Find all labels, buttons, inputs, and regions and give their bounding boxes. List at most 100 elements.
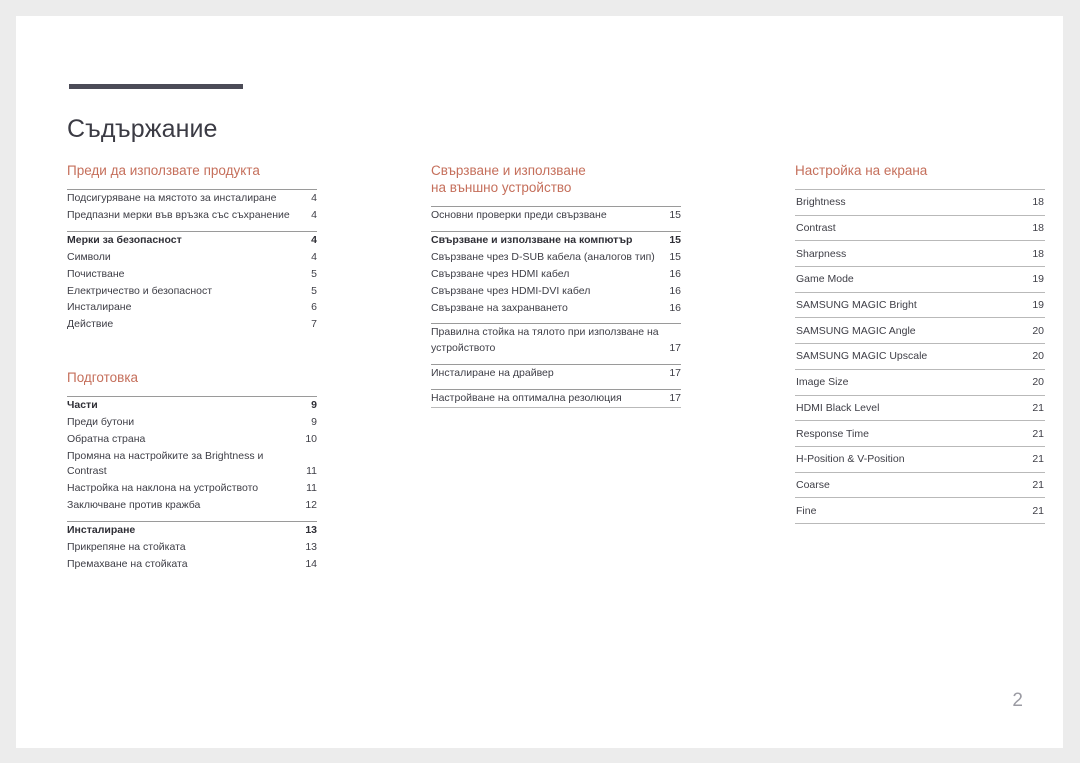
toc-entry-page: 16 <box>669 301 681 314</box>
toc-entry-page: 6 <box>311 301 317 314</box>
toc-entry[interactable]: Свързване чрез D-SUB кабела (аналогов ти… <box>431 249 681 266</box>
toc-entry-label: Contrast <box>796 222 836 235</box>
toc-entry-page: 18 <box>1032 247 1044 260</box>
toc-entry[interactable]: Свързване чрез HDMI кабел 16 <box>431 266 681 283</box>
toc-entry-page: 17 <box>669 341 681 354</box>
toc-entry[interactable]: HDMI Black Level 21 <box>795 394 1045 421</box>
toc-entry-label: Премахване на стойката <box>67 557 188 570</box>
toc-group: Мерки за безопасност 4 Символи 4 Почиств… <box>67 230 317 333</box>
toc-entry-label: Response Time <box>796 427 869 440</box>
toc-entry[interactable]: Свързване на захранването 16 <box>431 300 681 317</box>
toc-entry-page: 16 <box>669 284 681 297</box>
toc-entry-label: SAMSUNG MAGIC Upscale <box>796 350 928 363</box>
toc-column-3: Настройка на екрана Brightness 18 Contra… <box>795 162 1045 524</box>
toc-entry-page: 20 <box>1032 376 1044 389</box>
toc-entry-page: 4 <box>311 250 317 263</box>
toc-entry-page: 12 <box>305 499 317 512</box>
toc-group: Настройване на оптимална резолюция 17 <box>431 388 681 407</box>
section-heading: Подготовка <box>67 370 139 386</box>
toc-entry[interactable]: Инсталиране на драйвер 17 <box>431 365 681 382</box>
toc-column-1: Преди да използвате продукта Подсигурява… <box>67 162 317 573</box>
toc-entry[interactable]: Мерки за безопасност 4 <box>67 232 317 249</box>
toc-entry-page: 5 <box>311 267 317 280</box>
toc-entry-page: 21 <box>1032 401 1044 414</box>
toc-entry-page: 16 <box>669 267 681 280</box>
toc-entry[interactable]: Brightness 18 <box>795 189 1045 215</box>
toc-entry-label: Свързване на захранването <box>431 301 568 314</box>
toc-entry-page: 9 <box>311 399 317 412</box>
toc-entry[interactable]: Части 9 <box>67 397 317 414</box>
toc-entry[interactable]: Преди бутони 9 <box>67 414 317 431</box>
toc-section: Свързване и използване на външно устройс… <box>431 162 681 408</box>
toc-entry[interactable]: Image Size 20 <box>795 368 1045 395</box>
toc-entry-page: 4 <box>311 208 317 221</box>
toc-entry-page: 4 <box>311 233 317 246</box>
toc-entry-page: 9 <box>311 416 317 429</box>
toc-column-2: Свързване и използване на външно устройс… <box>431 162 681 408</box>
toc-entry-page: 10 <box>305 433 317 446</box>
toc-entry[interactable]: H-Position & V-Position 21 <box>795 445 1045 472</box>
toc-entry-page: 21 <box>1032 504 1044 517</box>
toc-entry[interactable]: Инсталиране 6 <box>67 299 317 316</box>
section-heading: Преди да използвате продукта <box>67 163 260 178</box>
toc-entry-label: SAMSUNG MAGIC Angle <box>796 324 916 337</box>
toc-entry-label: HDMI Black Level <box>796 401 880 414</box>
toc-entry-label: Image Size <box>796 376 849 389</box>
toc-group: Подсигуряване на мястото за инсталиране … <box>67 189 317 224</box>
toc-entry[interactable]: Почистване 5 <box>67 266 317 283</box>
toc-entry[interactable]: Промяна на настройките за Brightness и C… <box>67 448 317 480</box>
toc-entry[interactable]: Настройка на наклона на устройството 11 <box>67 480 317 497</box>
toc-entry[interactable]: Премахване на стойката 14 <box>67 556 317 573</box>
toc-entry-page: 15 <box>669 209 681 221</box>
toc-entry[interactable]: SAMSUNG MAGIC Upscale 20 <box>795 343 1045 369</box>
document-page: Съдържание Преди да използвате продукта … <box>16 16 1063 748</box>
toc-entry-page: 14 <box>305 557 317 570</box>
toc-entry-label: Инсталиране <box>67 524 136 537</box>
toc-group: Правилна стойка на тялото при използване… <box>431 323 681 356</box>
toc-entry[interactable]: SAMSUNG MAGIC Bright 19 <box>795 291 1045 318</box>
toc-entry[interactable]: Символи 4 <box>67 249 317 266</box>
toc-entry[interactable]: Прикрепяне на стойката 13 <box>67 539 317 556</box>
toc-entry-label: Инсталиране <box>67 301 132 314</box>
toc-entry[interactable]: Предпазни мерки във връзка със съхранени… <box>67 207 317 224</box>
toc-entry[interactable]: Sharpness 18 <box>795 240 1045 266</box>
toc-group: Инсталиране 13 Прикрепяне на стойката 13… <box>67 521 317 573</box>
toc-entry-page: 18 <box>1032 196 1044 209</box>
toc-entry-label: Sharpness <box>796 247 847 260</box>
toc-entry-label: SAMSUNG MAGIC Bright <box>796 299 917 312</box>
toc-entry-label: Инсталиране на драйвер <box>431 366 554 379</box>
toc-entry[interactable]: Свързване чрез HDMI-DVI кабел 16 <box>431 283 681 300</box>
toc-entry[interactable]: Response Time 21 <box>795 420 1045 446</box>
toc-entry-page: 13 <box>305 524 317 537</box>
toc-entry-label: Символи <box>67 250 111 263</box>
toc-entry-page: 7 <box>311 318 317 331</box>
toc-entry[interactable]: Действие 7 <box>67 316 317 333</box>
toc-entry[interactable]: Настройване на оптимална резолюция 17 <box>431 390 681 407</box>
toc-entry-label: Заключване против кражба <box>67 499 201 512</box>
toc-entry[interactable]: Електричество и безопасност 5 <box>67 283 317 300</box>
toc-entry[interactable]: Обратна страна 10 <box>67 431 317 448</box>
toc-entry-label: Почистване <box>67 267 125 280</box>
toc-group: Свързване и използване на компютър 15 Св… <box>431 230 681 317</box>
toc-entry-page: 19 <box>1032 299 1044 312</box>
toc-entry[interactable]: Contrast 18 <box>795 214 1045 241</box>
toc-entry[interactable]: Game Mode 19 <box>795 266 1045 292</box>
toc-entry-label: Game Mode <box>796 273 854 286</box>
toc-entry[interactable]: Coarse 21 <box>795 471 1045 498</box>
toc-entry-label: Прикрепяне на стойката <box>67 541 186 553</box>
toc-entry-page: 11 <box>306 482 317 495</box>
toc-entry-page: 18 <box>1032 222 1044 235</box>
toc-entry-label: H-Position & V-Position <box>796 453 905 466</box>
toc-entry[interactable]: Fine 21 <box>795 497 1045 523</box>
toc-entry[interactable]: SAMSUNG MAGIC Angle 20 <box>795 317 1045 343</box>
toc-entry[interactable]: Основни проверки преди свързване 15 <box>431 207 681 224</box>
toc-entry-label: Действие <box>67 318 114 331</box>
toc-entry[interactable]: Заключване против кражба 12 <box>67 497 317 514</box>
toc-entry[interactable]: Инсталиране 13 <box>67 522 317 539</box>
toc-entry[interactable]: Свързване и използване на компютър 15 <box>431 232 681 249</box>
toc-entry[interactable]: Подсигуряване на мястото за инсталиране … <box>67 190 317 207</box>
toc-entry-label: Настройване на оптимална резолюция <box>431 391 622 404</box>
toc-entry-label: Правилна стойка на тялото при използване… <box>431 326 659 354</box>
toc-entry[interactable]: Правилна стойка на тялото при използване… <box>431 324 681 356</box>
section-heading: Свързване и използване на външно устройс… <box>431 163 586 195</box>
